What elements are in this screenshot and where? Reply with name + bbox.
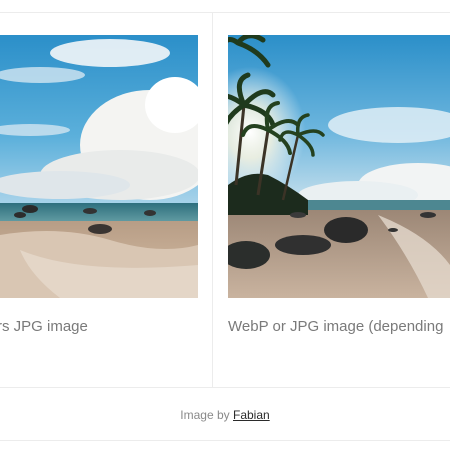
beach-palms-image — [228, 35, 450, 298]
bottom-divider — [0, 440, 450, 441]
caption-jpg: rs JPG image — [0, 318, 88, 335]
author-link[interactable]: Fabian — [233, 408, 270, 422]
beach-clouds-image — [0, 35, 198, 298]
image-comparison-section: rs JPG image WebP or JPG image (dependin… — [0, 0, 450, 450]
card-image-webp — [228, 35, 450, 298]
image-credit: Image by Fabian — [0, 408, 450, 422]
caption-webp: WebP or JPG image (depending — [228, 318, 444, 335]
card-image-jpg — [0, 35, 198, 298]
row-divider — [0, 387, 450, 388]
top-divider — [0, 12, 450, 13]
credit-prefix: Image by — [180, 408, 230, 422]
column-divider — [212, 12, 213, 387]
